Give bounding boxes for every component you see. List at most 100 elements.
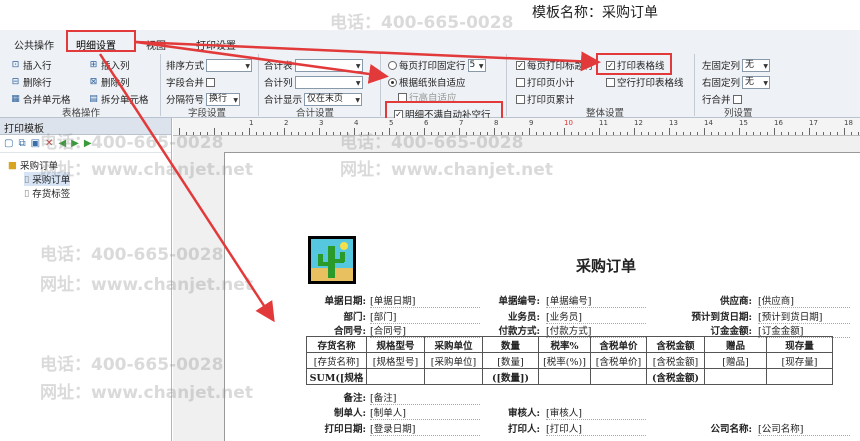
form-field[interactable]: [审核人] bbox=[546, 405, 646, 420]
table-cell[interactable]: [税率(%)] bbox=[538, 352, 591, 369]
ribbon-separator bbox=[258, 54, 259, 116]
tree-item-stock-label[interactable]: ▯ 存货标签 bbox=[24, 186, 70, 201]
empty-row-gridlines-option[interactable]: 空行打印表格线 bbox=[606, 75, 684, 89]
table-cell[interactable]: [采购单位] bbox=[424, 352, 483, 369]
table-cell[interactable]: SUM([规格 bbox=[306, 368, 367, 385]
fixed-rows-radio[interactable] bbox=[388, 60, 397, 70]
ruler-tick bbox=[375, 132, 376, 135]
column-header[interactable]: 数量 bbox=[482, 336, 539, 353]
delete-icon[interactable]: ✕ bbox=[45, 138, 53, 149]
empty-row-gridlines-checkbox[interactable] bbox=[606, 77, 615, 87]
column-header[interactable]: 采购单位 bbox=[424, 336, 483, 353]
page-cumulative-option[interactable]: 打印页累计 bbox=[516, 92, 575, 106]
form-field[interactable]: [部门] bbox=[370, 309, 480, 324]
fixed-rows-input[interactable]: 5 bbox=[467, 58, 486, 72]
row-merge-checkbox[interactable] bbox=[732, 94, 742, 104]
form-field[interactable]: [备注] bbox=[370, 390, 480, 405]
form-field[interactable]: [单据编号] bbox=[546, 293, 646, 308]
table-cell[interactable] bbox=[590, 368, 647, 385]
separator-select[interactable]: 换行 bbox=[206, 92, 241, 106]
tab-view[interactable]: 视图 bbox=[146, 37, 166, 52]
ruler-tick bbox=[305, 132, 306, 135]
form-field[interactable]: [公司名称] bbox=[758, 421, 850, 436]
template-name: 模板名称：采购订单 bbox=[532, 5, 658, 21]
ruler-tick bbox=[214, 128, 215, 135]
table-cell[interactable]: [数量] bbox=[482, 352, 539, 369]
total-col-label: 合计列 bbox=[264, 78, 293, 89]
column-header[interactable]: 现存量 bbox=[766, 336, 833, 353]
form-field[interactable]: [业务员] bbox=[546, 309, 646, 324]
table-cell[interactable]: [存货名称] bbox=[306, 352, 367, 369]
split-cells-button[interactable]: ▤ 拆分单元格 bbox=[88, 92, 148, 106]
table-cell[interactable]: [现存量] bbox=[766, 352, 833, 369]
delete-col-button[interactable]: ⊠ 删除列 bbox=[88, 75, 130, 89]
table-cell[interactable]: [含税单价] bbox=[590, 352, 647, 369]
total-show-label: 合计显示 bbox=[264, 95, 303, 106]
ribbon-separator bbox=[694, 54, 695, 116]
table-cell[interactable]: [赠品] bbox=[704, 352, 767, 369]
tree-item-purchase-order[interactable]: ▯ 采购订单 bbox=[24, 172, 71, 186]
table-cell[interactable] bbox=[366, 368, 425, 385]
auto-fit-radio[interactable] bbox=[388, 77, 397, 87]
total-show-select[interactable]: 仅在末页 bbox=[304, 92, 363, 106]
tab-print-settings[interactable]: 打印设置 bbox=[196, 37, 236, 52]
table-cell[interactable] bbox=[538, 368, 591, 385]
ruler-tick bbox=[795, 132, 796, 135]
page-subtotal-option[interactable]: 打印页小计 bbox=[516, 75, 575, 89]
ruler-tick bbox=[473, 132, 474, 135]
ruler-tick bbox=[746, 132, 747, 135]
delete-row-button[interactable]: ⊟ 删除行 bbox=[10, 75, 52, 89]
document-icon: ▯ bbox=[24, 187, 30, 199]
table-cell[interactable] bbox=[424, 368, 483, 385]
table-cell[interactable] bbox=[704, 368, 767, 385]
table-cell[interactable]: (含税金额) bbox=[646, 368, 705, 385]
new-icon[interactable]: ▢ bbox=[4, 138, 13, 149]
total-col-setting: 合计列 bbox=[264, 75, 363, 89]
ruler-label: 15 bbox=[739, 119, 748, 127]
print-title-rows-label: 每页打印标题行 bbox=[527, 61, 594, 72]
preview-icon[interactable]: ⧉ bbox=[18, 138, 25, 149]
field-merge-checkbox[interactable] bbox=[206, 77, 216, 87]
arrow-left-icon[interactable]: ◀ bbox=[58, 138, 66, 149]
arrow-next-icon[interactable]: ▶ bbox=[84, 138, 92, 149]
left-fixed-select[interactable]: 无 bbox=[742, 58, 771, 72]
table-cell[interactable] bbox=[766, 368, 833, 385]
insert-row-button[interactable]: ⊡ 插入行 bbox=[10, 58, 52, 72]
ruler-tick bbox=[809, 128, 810, 135]
ruler-label: 6 bbox=[424, 119, 429, 127]
page-cumulative-checkbox[interactable] bbox=[516, 94, 525, 104]
sort-select[interactable] bbox=[206, 58, 253, 72]
column-header[interactable]: 含税金额 bbox=[646, 336, 705, 353]
total-table-select[interactable] bbox=[294, 58, 363, 72]
table-cell[interactable]: [规格型号] bbox=[366, 352, 425, 369]
total-col-select[interactable] bbox=[294, 75, 363, 89]
print-title-rows-option[interactable]: ✓ 每页打印标题行 bbox=[516, 58, 594, 72]
table-cell[interactable]: ([数量]) bbox=[482, 368, 539, 385]
ruler: 12345678910111213141516171819 bbox=[173, 118, 860, 136]
column-header[interactable]: 税率% bbox=[538, 336, 591, 353]
total-show-setting: 合计显示 仅在末页 bbox=[264, 92, 363, 106]
print-title-rows-checkbox[interactable]: ✓ bbox=[516, 60, 525, 70]
column-header[interactable]: 规格型号 bbox=[366, 336, 425, 353]
form-field[interactable]: [单据日期] bbox=[370, 293, 480, 308]
insert-col-button[interactable]: ⊞ 插入列 bbox=[88, 58, 130, 72]
form-field[interactable]: [登录日期] bbox=[370, 421, 480, 436]
merge-cells-button[interactable]: ▦ 合并单元格 bbox=[10, 92, 70, 106]
column-header[interactable]: 含税单价 bbox=[590, 336, 647, 353]
column-header[interactable]: 赠品 bbox=[704, 336, 767, 353]
arrow-right-icon[interactable]: ▶ bbox=[71, 138, 79, 149]
form-field[interactable]: [预计到货日期] bbox=[758, 309, 850, 324]
form-field[interactable]: [制单人] bbox=[370, 405, 480, 420]
auto-fit-option[interactable]: 根据纸张自适应 bbox=[388, 75, 466, 89]
tree-root[interactable]: ■ 采购订单 bbox=[8, 158, 58, 173]
page-subtotal-checkbox[interactable] bbox=[516, 77, 525, 87]
tab-common[interactable]: 公共操作 bbox=[14, 37, 54, 52]
table-cell[interactable]: [含税金额] bbox=[646, 352, 705, 369]
form-field[interactable]: [供应商] bbox=[758, 293, 850, 308]
form-field[interactable]: [打印人] bbox=[546, 421, 646, 436]
column-header[interactable]: 存货名称 bbox=[306, 336, 367, 353]
right-fixed-select[interactable]: 无 bbox=[742, 75, 771, 89]
save-icon[interactable]: ▣ bbox=[31, 138, 40, 149]
ruler-label: 14 bbox=[704, 119, 713, 127]
fixed-rows-option[interactable]: 每页打印固定行 5 bbox=[388, 58, 486, 72]
